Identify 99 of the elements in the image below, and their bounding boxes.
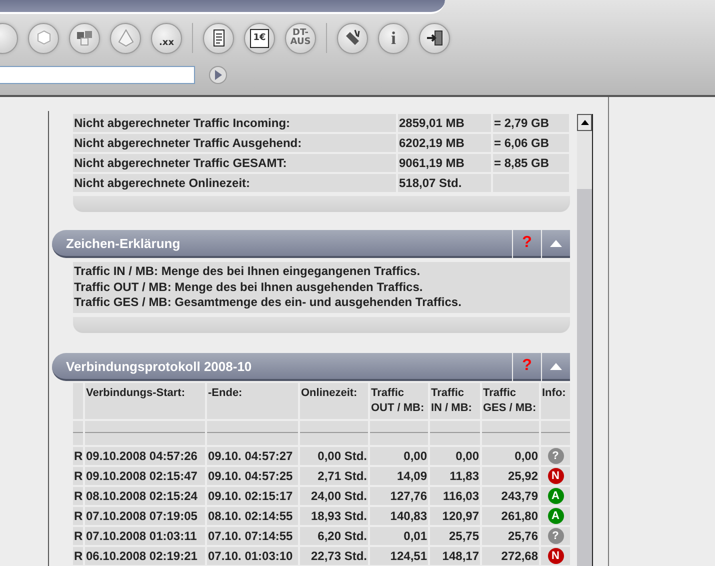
table-cell: 0,00 Std. (300, 446, 368, 464)
header-cell (73, 382, 83, 418)
table-spacer (300, 420, 368, 444)
section-header: Zeichen-Erklärung (52, 230, 512, 258)
column-header: Traffic IN / MB: (430, 382, 480, 418)
scroll-thumb[interactable] (577, 131, 592, 189)
play-icon (214, 70, 222, 80)
section-header: Verbindungsprotokoll 2008-10 (52, 352, 512, 380)
table-cell: 124,51 (370, 546, 428, 564)
table-cell: 07.10. 07:14:55 (207, 526, 298, 544)
invoice-button[interactable]: 1€ (244, 22, 275, 54)
table-cell: 25,92 (482, 466, 539, 484)
summary-label: Nicht abgerechnete Onlinezeit: (73, 174, 396, 192)
pyramid-icon (116, 28, 136, 48)
table-cell: 22,73 Std. (300, 546, 368, 564)
table-cell: 127,76 (370, 486, 428, 504)
table-spacer (370, 420, 428, 444)
column-header: Info: (541, 382, 570, 418)
summary-label: Nicht abgerechneter Traffic GESAMT: (73, 154, 396, 172)
toolbar-button[interactable] (337, 22, 368, 54)
table-cell: 261,80 (482, 506, 539, 524)
scroll-up-button[interactable] (577, 114, 592, 131)
table-cell: 6,20 Std. (300, 526, 368, 544)
table-cell: 07.10.2008 07:19:05 (85, 506, 205, 524)
table-cell: R (73, 446, 83, 464)
summary-label: Nicht abgerechneter Traffic Ausgehend: (73, 134, 396, 152)
table-spacer (482, 420, 539, 444)
toolbar-button[interactable]: .xx (151, 22, 182, 54)
summary-value: 2859,01 MB (398, 114, 491, 132)
table-cell: 11,83 (430, 466, 480, 484)
table-cell: R (73, 546, 83, 564)
table-cell: 08.10.2008 02:15:24 (85, 486, 205, 504)
legend-text: Traffic OUT / MB: Menge des bei Ihnen ausgehenden Traffics. (74, 280, 424, 295)
table-cell: 243,79 (482, 486, 539, 504)
table-cell: 25,75 (430, 526, 480, 544)
caret-icon (550, 239, 562, 247)
info-button[interactable]: i (378, 22, 409, 54)
status-badge: A (548, 488, 564, 504)
status-badge: ? (548, 528, 564, 544)
table-cell: 2,71 Std. (300, 466, 368, 484)
status-badge: ? (548, 448, 564, 464)
table-cell: 08.10. 02:14:55 (207, 506, 298, 524)
legend-text: Traffic IN / MB: Menge des bei Ihnen eingegangenen Traffics. (74, 264, 422, 280)
table-cell: 0,00 (430, 446, 480, 464)
exit-door-icon (424, 28, 444, 48)
summary-value: 9061,19 MB (398, 154, 491, 172)
table-cell: 120,97 (430, 506, 480, 524)
status-badge: N (548, 548, 564, 564)
table-spacer (430, 420, 480, 444)
column-header: Traffic OUT / MB: (370, 382, 428, 418)
table-cell: 07.10.2008 01:03:11 (85, 526, 205, 544)
table-cell: 24,00 Std. (300, 486, 368, 504)
toolbar-button[interactable]: DT-AUS (285, 22, 316, 54)
cubes-icon (74, 28, 94, 48)
table-cell: R (73, 466, 83, 484)
table-cell: 148,17 (430, 546, 480, 564)
summary-converted: = 6,06 GB (493, 134, 569, 152)
legend-text: Traffic GES / MB: Gesamtmenge des ein- und ausgehenden Traffics. (74, 295, 462, 310)
table-spacer (541, 420, 570, 444)
table-cell: R (73, 526, 83, 544)
table-cell: 0,01 (370, 526, 428, 544)
table-cell: 272,68 (482, 546, 539, 564)
toolbar-button[interactable] (419, 22, 450, 54)
table-cell: 09.10.2008 02:15:47 (85, 466, 205, 484)
table-cell: 09.10. 04:57:27 (207, 446, 298, 464)
column-header: Traffic GES / MB: (482, 382, 539, 418)
table-cell: 14,09 (370, 466, 428, 484)
caret-icon (550, 362, 562, 370)
table-cell: 09.10. 04:57:25 (207, 466, 298, 484)
table-cell: R (73, 506, 83, 524)
toolbar-button[interactable] (203, 22, 234, 54)
status-badge: N (548, 468, 564, 484)
table-spacer (73, 420, 83, 444)
summary-converted: = 8,85 GB (493, 154, 569, 172)
summary-value: 518,07 Std. (398, 174, 491, 192)
column-header: Onlinezeit: (300, 382, 368, 418)
table-cell: 06.10.2008 02:19:21 (85, 546, 205, 564)
column-header: -Ende: (207, 382, 298, 418)
table-cell: 0,00 (482, 446, 539, 464)
collapse-button[interactable] (542, 352, 570, 380)
summary-converted: = 2,79 GB (493, 114, 569, 132)
summary-label: Nicht abgerechneter Traffic Incoming: (73, 114, 396, 132)
table-cell: 09.10.2008 04:57:26 (85, 446, 205, 464)
table-cell: 09.10. 02:15:17 (207, 486, 298, 504)
caret-icon (580, 120, 588, 125)
go-button[interactable] (209, 66, 227, 84)
status-badge: A (548, 508, 564, 524)
table-cell: 116,03 (430, 486, 480, 504)
scrollbar[interactable] (577, 114, 593, 566)
table-cell: 140,83 (370, 506, 428, 524)
table-cell: 25,76 (482, 526, 539, 544)
table-cell: 18,93 Std. (300, 506, 368, 524)
collapse-button[interactable] (542, 230, 570, 258)
table-cell: R (73, 486, 83, 504)
search-field[interactable] (0, 66, 195, 84)
summary-value: 6202,19 MB (398, 134, 491, 152)
table-cell: 07.10. 01:03:10 (207, 546, 298, 564)
table-cell: 0,00 (370, 446, 428, 464)
column-header: Verbindungs-Start: (85, 382, 205, 418)
